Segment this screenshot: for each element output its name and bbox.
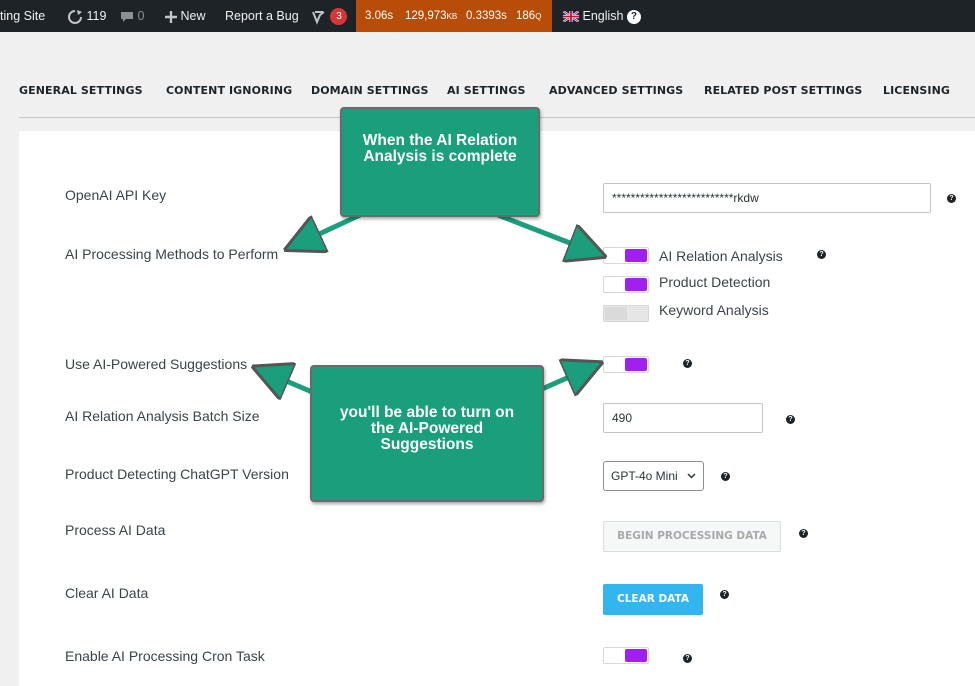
annotation-arrows <box>0 212 975 686</box>
arrow-to-relation-toggle <box>497 212 588 250</box>
arrow-to-methods-label <box>302 212 362 242</box>
callout-relation-complete: When the AI Relation Analysis is complet… <box>340 107 540 217</box>
callout-turn-on-suggestions: you'll be able to turn on the AI-Powered… <box>310 365 544 502</box>
arrow-to-suggestions-toggle <box>540 370 585 389</box>
callout-middle-text: you'll be able to turn on the AI-Powered… <box>339 404 515 453</box>
callout-top-text: When the AI Relation Analysis is complet… <box>362 132 518 165</box>
arrow-to-suggestions-label <box>270 374 313 392</box>
